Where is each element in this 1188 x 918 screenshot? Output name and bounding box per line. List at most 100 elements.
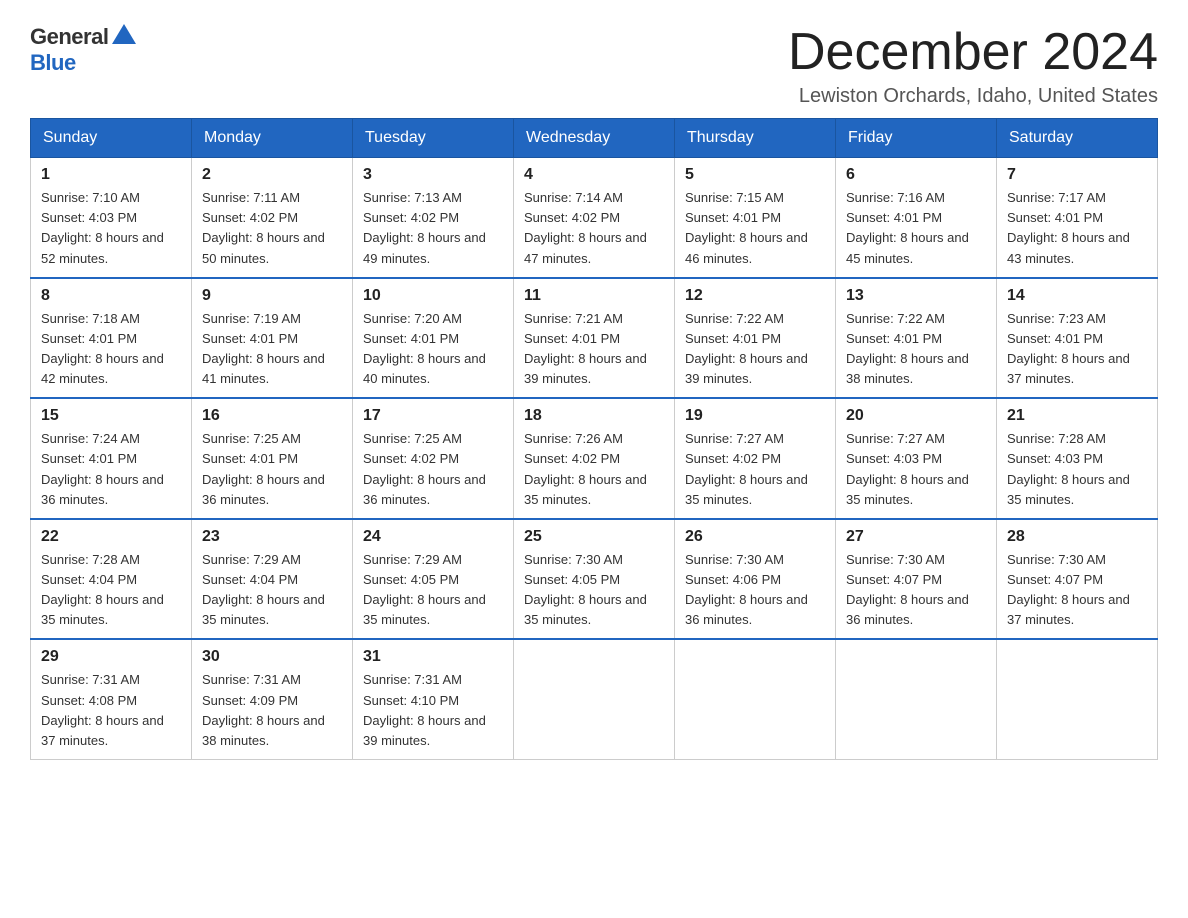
day-number: 26	[685, 528, 825, 546]
day-number: 11	[524, 287, 664, 305]
day-number: 14	[1007, 287, 1147, 305]
calendar-cell: 14Sunrise: 7:23 AMSunset: 4:01 PMDayligh…	[997, 278, 1158, 399]
calendar-cell: 5 Sunrise: 7:15 AMSunset: 4:01 PMDaylight…	[675, 158, 836, 278]
weekday-header-saturday: Saturday	[997, 119, 1158, 158]
day-number: 8	[41, 287, 181, 305]
day-number: 29	[41, 648, 181, 666]
calendar-cell: 15 Sunrise: 7:24 AMSunset: 4:01 PMDayligh…	[31, 398, 192, 519]
calendar-cell: 29Sunrise: 7:31 AMSunset: 4:08 PMDayligh…	[31, 639, 192, 759]
day-number: 17	[363, 407, 503, 425]
day-number: 15	[41, 407, 181, 425]
day-info: Sunrise: 7:16 AMSunset: 4:01 PMDaylight:…	[846, 188, 986, 269]
calendar-cell: 17 Sunrise: 7:25 AMSunset: 4:02 PMDayligh…	[353, 398, 514, 519]
day-info: Sunrise: 7:28 AMSunset: 4:03 PMDaylight:…	[1007, 429, 1147, 510]
day-info: Sunrise: 7:31 AMSunset: 4:09 PMDaylight:…	[202, 670, 342, 751]
day-number: 28	[1007, 528, 1147, 546]
day-number: 23	[202, 528, 342, 546]
calendar-cell: 9Sunrise: 7:19 AMSunset: 4:01 PMDaylight…	[192, 278, 353, 399]
logo-general-text: General	[30, 24, 108, 50]
calendar-cell: 31Sunrise: 7:31 AMSunset: 4:10 PMDayligh…	[353, 639, 514, 759]
calendar-cell: 1 Sunrise: 7:10 AMSunset: 4:03 PMDaylight…	[31, 158, 192, 278]
day-number: 9	[202, 287, 342, 305]
calendar-cell: 30 Sunrise: 7:31 AMSunset: 4:09 PMDayligh…	[192, 639, 353, 759]
weekday-header-monday: Monday	[192, 119, 353, 158]
day-info: Sunrise: 7:22 AMSunset: 4:01 PMDaylight:…	[685, 309, 825, 390]
day-info: Sunrise: 7:15 AMSunset: 4:01 PMDaylight:…	[685, 188, 825, 269]
day-info: Sunrise: 7:17 AMSunset: 4:01 PMDaylight:…	[1007, 188, 1147, 269]
calendar-cell: 13Sunrise: 7:22 AMSunset: 4:01 PMDayligh…	[836, 278, 997, 399]
weekday-header-friday: Friday	[836, 119, 997, 158]
day-number: 20	[846, 407, 986, 425]
day-info: Sunrise: 7:28 AMSunset: 4:04 PMDaylight:…	[41, 550, 181, 631]
calendar-cell: 28 Sunrise: 7:30 AMSunset: 4:07 PMDayligh…	[997, 519, 1158, 640]
day-info: Sunrise: 7:13 AMSunset: 4:02 PMDaylight:…	[363, 188, 503, 269]
day-info: Sunrise: 7:30 AMSunset: 4:07 PMDaylight:…	[1007, 550, 1147, 631]
calendar-header-row: SundayMondayTuesdayWednesdayThursdayFrid…	[31, 119, 1158, 158]
calendar-cell: 11 Sunrise: 7:21 AMSunset: 4:01 PMDayligh…	[514, 278, 675, 399]
day-number: 22	[41, 528, 181, 546]
day-info: Sunrise: 7:27 AMSunset: 4:03 PMDaylight:…	[846, 429, 986, 510]
calendar-cell: 27 Sunrise: 7:30 AMSunset: 4:07 PMDayligh…	[836, 519, 997, 640]
day-number: 7	[1007, 166, 1147, 184]
day-number: 30	[202, 648, 342, 666]
calendar-cell: 21 Sunrise: 7:28 AMSunset: 4:03 PMDayligh…	[997, 398, 1158, 519]
calendar-cell: 16 Sunrise: 7:25 AMSunset: 4:01 PMDayligh…	[192, 398, 353, 519]
day-info: Sunrise: 7:30 AMSunset: 4:05 PMDaylight:…	[524, 550, 664, 631]
day-number: 6	[846, 166, 986, 184]
day-number: 31	[363, 648, 503, 666]
day-number: 24	[363, 528, 503, 546]
title-section: December 2024 Lewiston Orchards, Idaho, …	[788, 24, 1158, 108]
logo-triangle-icon	[112, 24, 136, 44]
day-number: 27	[846, 528, 986, 546]
day-info: Sunrise: 7:11 AMSunset: 4:02 PMDaylight:…	[202, 188, 342, 269]
day-info: Sunrise: 7:21 AMSunset: 4:01 PMDaylight:…	[524, 309, 664, 390]
day-info: Sunrise: 7:30 AMSunset: 4:06 PMDaylight:…	[685, 550, 825, 631]
day-number: 3	[363, 166, 503, 184]
day-info: Sunrise: 7:30 AMSunset: 4:07 PMDaylight:…	[846, 550, 986, 631]
calendar-cell: 4Sunrise: 7:14 AMSunset: 4:02 PMDaylight…	[514, 158, 675, 278]
day-info: Sunrise: 7:22 AMSunset: 4:01 PMDaylight:…	[846, 309, 986, 390]
calendar-cell: 23 Sunrise: 7:29 AMSunset: 4:04 PMDayligh…	[192, 519, 353, 640]
calendar-week-row: 15 Sunrise: 7:24 AMSunset: 4:01 PMDayligh…	[31, 398, 1158, 519]
calendar-cell: 19Sunrise: 7:27 AMSunset: 4:02 PMDayligh…	[675, 398, 836, 519]
month-title: December 2024	[788, 24, 1158, 81]
calendar-cell: 18 Sunrise: 7:26 AMSunset: 4:02 PMDayligh…	[514, 398, 675, 519]
location-subtitle: Lewiston Orchards, Idaho, United States	[788, 85, 1158, 108]
calendar-cell: 6 Sunrise: 7:16 AMSunset: 4:01 PMDaylight…	[836, 158, 997, 278]
calendar-cell	[836, 639, 997, 759]
day-info: Sunrise: 7:24 AMSunset: 4:01 PMDaylight:…	[41, 429, 181, 510]
day-info: Sunrise: 7:10 AMSunset: 4:03 PMDaylight:…	[41, 188, 181, 269]
calendar-cell	[514, 639, 675, 759]
calendar-cell: 3 Sunrise: 7:13 AMSunset: 4:02 PMDaylight…	[353, 158, 514, 278]
day-info: Sunrise: 7:29 AMSunset: 4:04 PMDaylight:…	[202, 550, 342, 631]
calendar-table: SundayMondayTuesdayWednesdayThursdayFrid…	[30, 118, 1158, 760]
day-info: Sunrise: 7:29 AMSunset: 4:05 PMDaylight:…	[363, 550, 503, 631]
calendar-week-row: 22 Sunrise: 7:28 AMSunset: 4:04 PMDayligh…	[31, 519, 1158, 640]
calendar-cell: 12Sunrise: 7:22 AMSunset: 4:01 PMDayligh…	[675, 278, 836, 399]
day-number: 1	[41, 166, 181, 184]
day-number: 16	[202, 407, 342, 425]
calendar-cell: 25 Sunrise: 7:30 AMSunset: 4:05 PMDayligh…	[514, 519, 675, 640]
calendar-cell: 26 Sunrise: 7:30 AMSunset: 4:06 PMDayligh…	[675, 519, 836, 640]
logo-blue-text: Blue	[30, 50, 76, 76]
day-number: 19	[685, 407, 825, 425]
weekday-header-sunday: Sunday	[31, 119, 192, 158]
day-number: 10	[363, 287, 503, 305]
calendar-cell	[997, 639, 1158, 759]
day-number: 18	[524, 407, 664, 425]
calendar-cell: 2 Sunrise: 7:11 AMSunset: 4:02 PMDaylight…	[192, 158, 353, 278]
day-info: Sunrise: 7:20 AMSunset: 4:01 PMDaylight:…	[363, 309, 503, 390]
day-number: 2	[202, 166, 342, 184]
day-info: Sunrise: 7:25 AMSunset: 4:01 PMDaylight:…	[202, 429, 342, 510]
day-number: 5	[685, 166, 825, 184]
day-info: Sunrise: 7:18 AMSunset: 4:01 PMDaylight:…	[41, 309, 181, 390]
calendar-cell: 7 Sunrise: 7:17 AMSunset: 4:01 PMDaylight…	[997, 158, 1158, 278]
day-info: Sunrise: 7:25 AMSunset: 4:02 PMDaylight:…	[363, 429, 503, 510]
weekday-header-tuesday: Tuesday	[353, 119, 514, 158]
day-info: Sunrise: 7:26 AMSunset: 4:02 PMDaylight:…	[524, 429, 664, 510]
calendar-week-row: 29Sunrise: 7:31 AMSunset: 4:08 PMDayligh…	[31, 639, 1158, 759]
calendar-cell: 10 Sunrise: 7:20 AMSunset: 4:01 PMDayligh…	[353, 278, 514, 399]
day-number: 25	[524, 528, 664, 546]
day-number: 21	[1007, 407, 1147, 425]
calendar-cell: 8 Sunrise: 7:18 AMSunset: 4:01 PMDaylight…	[31, 278, 192, 399]
